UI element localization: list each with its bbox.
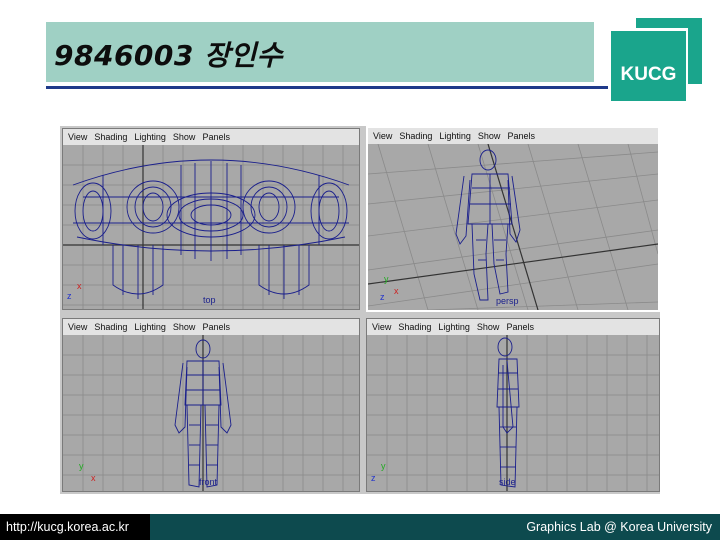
menu-show[interactable]: Show bbox=[477, 322, 500, 332]
menu-shading[interactable]: Shading bbox=[398, 322, 431, 332]
logo-text: KUCG bbox=[620, 64, 677, 85]
viewport-persp[interactable]: View Shading Lighting Show Panels y x z … bbox=[366, 126, 660, 312]
viewport-canvas[interactable]: y z side bbox=[367, 335, 659, 491]
viewport-label: side bbox=[499, 477, 516, 487]
viewport-canvas[interactable]: y x front bbox=[63, 335, 359, 491]
viewport-menubar: View Shading Lighting Show Panels bbox=[63, 129, 359, 145]
title-underline bbox=[46, 86, 608, 89]
menu-view[interactable]: View bbox=[372, 322, 391, 332]
viewport-menubar: View Shading Lighting Show Panels bbox=[63, 319, 359, 335]
menu-show[interactable]: Show bbox=[478, 131, 501, 141]
axis-label: x bbox=[394, 286, 399, 296]
footer-url-link[interactable]: http://kucg.korea.ac.kr bbox=[0, 514, 150, 540]
menu-view[interactable]: View bbox=[68, 322, 87, 332]
side-view-svg bbox=[367, 335, 659, 491]
menu-show[interactable]: Show bbox=[173, 322, 196, 332]
viewport-front[interactable]: View Shading Lighting Show Panels y x fr… bbox=[62, 318, 360, 492]
front-view-svg bbox=[63, 335, 359, 491]
viewport-label: front bbox=[199, 477, 218, 487]
menu-panels[interactable]: Panels bbox=[202, 322, 230, 332]
axis-label: z bbox=[67, 291, 72, 301]
menu-shading[interactable]: Shading bbox=[94, 322, 127, 332]
menu-view[interactable]: View bbox=[373, 131, 392, 141]
top-view-svg bbox=[63, 145, 359, 309]
persp-view-svg bbox=[368, 144, 658, 310]
viewport-canvas[interactable]: x z top bbox=[63, 145, 359, 309]
menu-panels[interactable]: Panels bbox=[507, 131, 535, 141]
axis-label: y bbox=[79, 461, 84, 471]
viewport-menubar: View Shading Lighting Show Panels bbox=[367, 319, 659, 335]
menu-lighting[interactable]: Lighting bbox=[438, 322, 470, 332]
menu-panels[interactable]: Panels bbox=[506, 322, 534, 332]
menu-lighting[interactable]: Lighting bbox=[134, 132, 166, 142]
slide-title: 9846003 장인수 bbox=[54, 39, 283, 72]
footer-lab-name: Graphics Lab @ Korea University bbox=[526, 520, 712, 534]
menu-lighting[interactable]: Lighting bbox=[134, 322, 166, 332]
menu-panels[interactable]: Panels bbox=[202, 132, 230, 142]
viewport-label: top bbox=[203, 295, 216, 305]
menu-shading[interactable]: Shading bbox=[399, 131, 432, 141]
viewport-menubar: View Shading Lighting Show Panels bbox=[368, 128, 658, 144]
viewport-label: persp bbox=[496, 296, 519, 306]
maya-workspace: View Shading Lighting Show Panels x z to… bbox=[60, 126, 660, 494]
axis-label: y bbox=[384, 274, 389, 284]
menu-show[interactable]: Show bbox=[173, 132, 196, 142]
axis-label: z bbox=[371, 473, 376, 483]
menu-shading[interactable]: Shading bbox=[94, 132, 127, 142]
axis-label: z bbox=[380, 292, 385, 302]
viewport-canvas[interactable]: y x z persp bbox=[368, 144, 658, 310]
axis-label: y bbox=[381, 461, 386, 471]
viewport-top[interactable]: View Shading Lighting Show Panels x z to… bbox=[62, 128, 360, 310]
menu-view[interactable]: View bbox=[68, 132, 87, 142]
viewport-side[interactable]: View Shading Lighting Show Panels y z si… bbox=[366, 318, 660, 492]
axis-label: x bbox=[77, 281, 82, 291]
menu-lighting[interactable]: Lighting bbox=[439, 131, 471, 141]
axis-label: x bbox=[91, 473, 96, 483]
